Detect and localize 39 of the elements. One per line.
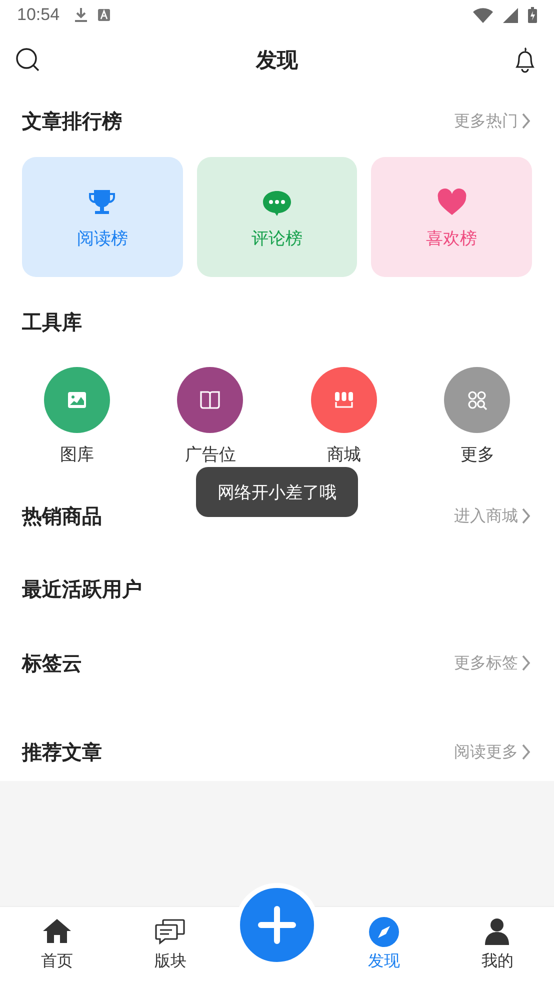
more-link[interactable]: 阅读更多 bbox=[454, 742, 532, 762]
section-title: 推荐文章 bbox=[22, 738, 102, 766]
download-icon bbox=[74, 7, 88, 23]
toast-message: 网络开小差了哦 bbox=[196, 467, 358, 517]
section-title: 最近活跃用户 bbox=[22, 576, 142, 602]
section-title: 文章排行榜 bbox=[22, 108, 122, 134]
ranking-card[interactable]: 喜欢榜 bbox=[371, 157, 532, 277]
tab-item[interactable]: 首页 bbox=[0, 907, 114, 972]
more-link[interactable]: 进入商城 bbox=[454, 506, 532, 526]
tab-item[interactable]: 发现 bbox=[327, 907, 440, 972]
page-title: 发现 bbox=[256, 47, 298, 74]
clock-time: 10:54 bbox=[17, 5, 60, 25]
notification-bell-icon[interactable] bbox=[513, 46, 537, 74]
book-icon bbox=[198, 388, 222, 412]
tool-label: 更多 bbox=[460, 444, 494, 466]
signal-icon bbox=[503, 8, 518, 22]
tab-item[interactable]: 我的 bbox=[440, 907, 554, 972]
chevron-right-icon bbox=[520, 507, 532, 525]
search-icon[interactable] bbox=[15, 47, 41, 73]
more-link[interactable]: 更多标签 bbox=[454, 652, 532, 674]
compass-icon bbox=[368, 916, 400, 948]
tool-label: 广告位 bbox=[184, 444, 236, 466]
chevron-right-icon bbox=[520, 654, 532, 672]
plus-icon bbox=[257, 905, 297, 945]
chevron-right-icon bbox=[520, 743, 532, 761]
section-title: 标签云 bbox=[22, 650, 82, 676]
tool-label: 商城 bbox=[326, 444, 361, 466]
more-link[interactable]: 更多热门 bbox=[454, 110, 532, 132]
ranking-card[interactable]: 阅读榜 bbox=[22, 157, 183, 277]
tool-label: 图库 bbox=[60, 444, 94, 466]
tab-item[interactable]: 版块 bbox=[114, 907, 227, 972]
battery-icon bbox=[528, 7, 537, 23]
section-title: 工具库 bbox=[22, 308, 82, 336]
section-title: 热销商品 bbox=[22, 502, 102, 530]
wifi-icon bbox=[473, 8, 493, 22]
font-icon bbox=[98, 9, 110, 21]
ranking-card[interactable]: 评论榜 bbox=[196, 157, 358, 277]
grid-search-icon bbox=[465, 388, 490, 412]
chevron-right-icon bbox=[520, 112, 532, 130]
